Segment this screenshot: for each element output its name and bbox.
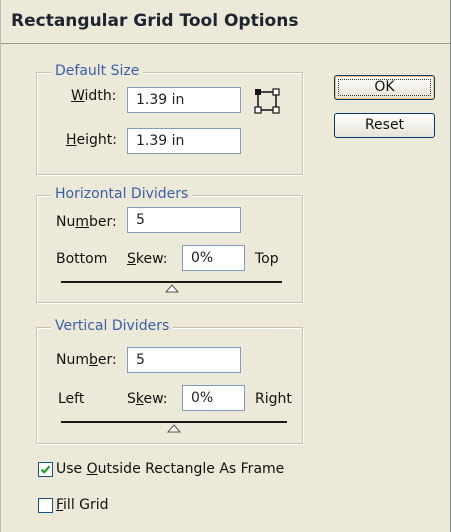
vertical-number-label: Number: xyxy=(56,352,117,368)
height-value: 1.39 in xyxy=(136,133,185,149)
ok-button-label: OK xyxy=(374,79,395,95)
ok-button[interactable]: OK xyxy=(334,75,435,100)
reset-button[interactable]: Reset xyxy=(334,113,435,138)
vertical-number-value: 5 xyxy=(136,352,145,368)
use-outside-rectangle-checkbox[interactable] xyxy=(38,462,53,477)
fill-grid-label[interactable]: Fill Grid xyxy=(56,497,109,513)
vertical-skew-label: Skew: xyxy=(127,391,168,407)
title-bar[interactable]: Rectangular Grid Tool Options xyxy=(1,0,450,44)
vertical-right-end-label: Right xyxy=(255,391,292,407)
use-outside-rectangle-label[interactable]: Use Outside Rectangle As Frame xyxy=(56,461,284,477)
checkmark-icon xyxy=(40,465,51,474)
horizontal-skew-label: Skew: xyxy=(127,251,168,267)
vertical-skew-slider[interactable] xyxy=(61,421,287,423)
vertical-dividers-legend: Vertical Dividers xyxy=(51,318,174,334)
width-value: 1.39 in xyxy=(136,92,185,108)
reset-button-label: Reset xyxy=(364,117,405,133)
horizontal-number-label: Number: xyxy=(56,214,117,230)
horizontal-left-end-label: Bottom xyxy=(56,251,108,267)
horizontal-right-end-label: Top xyxy=(255,251,279,267)
horizontal-skew-slider[interactable] xyxy=(61,281,282,283)
height-label: Height: xyxy=(66,132,117,148)
width-field[interactable]: 1.39 in xyxy=(127,87,241,113)
vertical-skew-value: 0% xyxy=(191,390,214,406)
fill-grid-checkbox[interactable] xyxy=(38,498,53,513)
dialog-title: Rectangular Grid Tool Options xyxy=(11,11,299,31)
default-size-legend: Default Size xyxy=(51,63,144,79)
horizontal-number-value: 5 xyxy=(136,212,145,228)
reference-point-icon[interactable] xyxy=(254,88,280,114)
rectangular-grid-tool-options-dialog: Rectangular Grid Tool Options Default Si… xyxy=(0,0,451,532)
width-label: Width: xyxy=(71,88,117,104)
vertical-number-field[interactable]: 5 xyxy=(127,347,241,373)
horizontal-skew-field[interactable]: 0% xyxy=(182,245,245,271)
vertical-skew-slider-thumb[interactable] xyxy=(167,424,181,433)
horizontal-skew-value: 0% xyxy=(191,250,214,266)
horizontal-skew-slider-thumb[interactable] xyxy=(164,284,179,293)
vertical-skew-field[interactable]: 0% xyxy=(182,385,245,411)
horizontal-number-field[interactable]: 5 xyxy=(127,207,241,233)
height-field[interactable]: 1.39 in xyxy=(127,128,241,154)
horizontal-dividers-legend: Horizontal Dividers xyxy=(51,186,193,202)
vertical-left-end-label: Left xyxy=(58,391,85,407)
